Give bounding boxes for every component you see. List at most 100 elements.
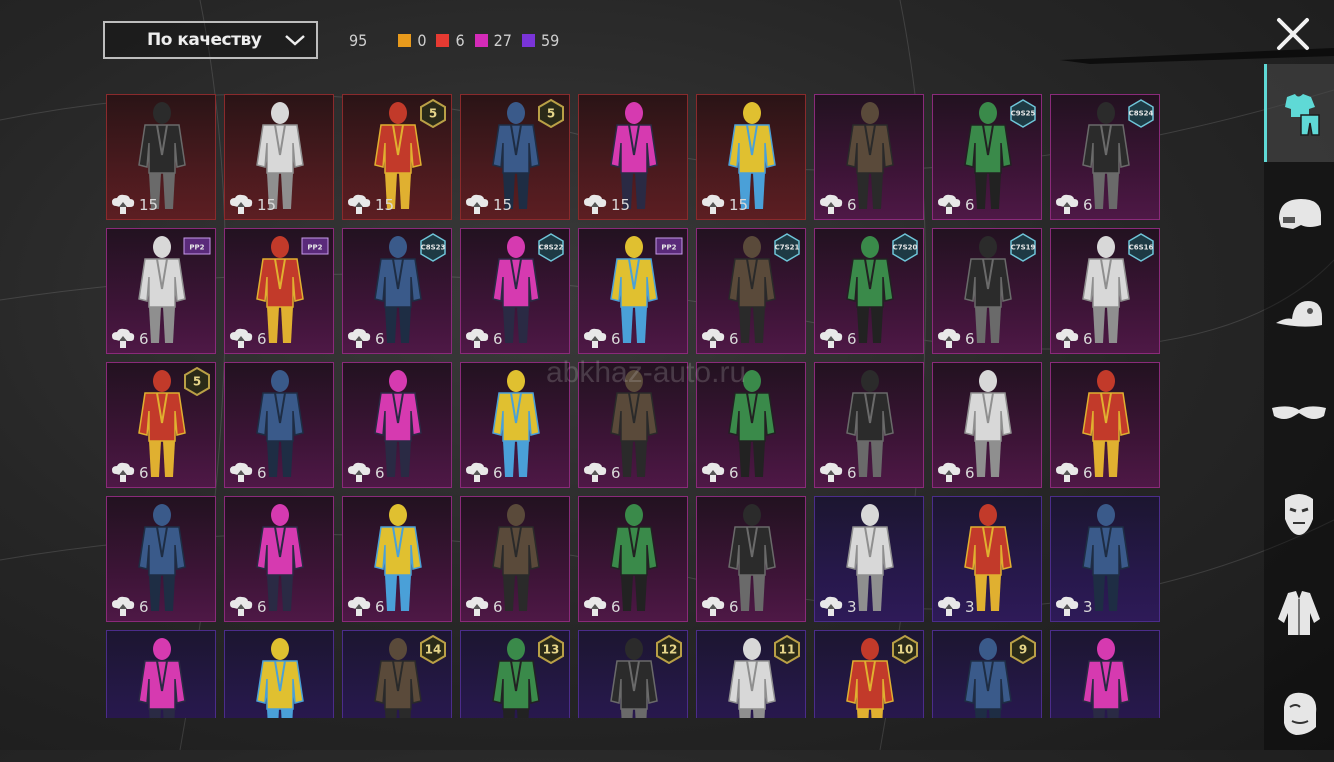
upgrade-icon xyxy=(938,328,961,348)
outfit-card[interactable]: 6 C8S24 xyxy=(1050,94,1160,220)
outfit-card[interactable]: 6 xyxy=(1050,362,1160,488)
category-sidebar xyxy=(1264,64,1334,750)
category-face[interactable] xyxy=(1264,664,1334,762)
category-glasses[interactable] xyxy=(1264,364,1334,462)
season-badge: C7S19 xyxy=(1010,233,1036,262)
item-count-value: 6 xyxy=(139,464,149,482)
outfit-card[interactable]: 6 xyxy=(814,94,924,220)
total-count: 95 xyxy=(349,31,368,50)
item-count: 6 xyxy=(1054,462,1093,484)
helmet-icon xyxy=(1279,199,1321,229)
upgrade-icon xyxy=(820,462,843,482)
upgrade-icon xyxy=(584,194,607,214)
outfit-grid: 15 15 15 5 15 5 15 15 6 6 C9S25 6 C8S24 6 PP2 6 PP2 6 C8S2… xyxy=(106,94,1166,718)
season-badge-label: C7S19 xyxy=(1011,244,1036,252)
category-jacket[interactable] xyxy=(1264,564,1334,662)
outfit-card[interactable]: 3 xyxy=(932,496,1042,622)
season-badge: C9S25 xyxy=(1010,99,1036,128)
category-mask[interactable] xyxy=(1264,464,1334,562)
item-count: 15 xyxy=(582,194,630,216)
upgrade-icon xyxy=(702,462,725,482)
category-outfit[interactable] xyxy=(1264,64,1334,162)
upgrade-icon xyxy=(230,462,253,482)
count-rare-value: 59 xyxy=(540,31,560,50)
outfit-card[interactable]: 6 xyxy=(106,496,216,622)
season-badge-label: PP2 xyxy=(307,244,322,252)
upgrade-icon xyxy=(230,596,253,616)
outfit-card[interactable]: 15 5 xyxy=(342,94,452,220)
outfit-card[interactable]: 6 xyxy=(224,362,334,488)
outfit-card[interactable]: 15 xyxy=(106,94,216,220)
jacket-icon xyxy=(1278,591,1320,635)
outfit-card[interactable]: 15 xyxy=(696,94,806,220)
outfit-card[interactable]: 15 5 xyxy=(460,94,570,220)
upgrade-icon xyxy=(112,596,135,616)
season-badge-label: 5 xyxy=(429,107,437,121)
item-count: 6 xyxy=(346,596,385,618)
outfit-card[interactable]: 6 xyxy=(460,496,570,622)
outfit-card[interactable]: 6 C8S22 xyxy=(460,228,570,354)
upgrade-icon xyxy=(584,328,607,348)
outfit-card[interactable]: 15 xyxy=(578,94,688,220)
outfit-card[interactable]: 6 xyxy=(224,496,334,622)
season-badge-label: C7S21 xyxy=(775,244,800,252)
outfit-card[interactable]: 6 xyxy=(814,362,924,488)
item-count: 6 xyxy=(700,596,739,618)
outfit-card[interactable]: 6 xyxy=(342,496,452,622)
item-count: 6 xyxy=(1054,194,1093,216)
item-count: 6 xyxy=(110,328,149,350)
outfit-card[interactable]: 6 xyxy=(696,496,806,622)
item-count: 6 xyxy=(228,328,267,350)
outfit-card[interactable]: 6 C7S20 xyxy=(814,228,924,354)
season-badge: 11 xyxy=(774,634,800,664)
item-count: 3 xyxy=(936,596,975,618)
outfit-card[interactable]: 12 xyxy=(578,630,688,718)
outfit-card[interactable]: 6 PP2 xyxy=(106,228,216,354)
outfit-card[interactable]: 6 C6S16 xyxy=(1050,228,1160,354)
season-badge: 5 xyxy=(184,366,210,396)
season-badge-label: PP2 xyxy=(661,244,676,252)
outfit-card[interactable]: 13 xyxy=(460,630,570,718)
sort-dropdown[interactable]: По качеству xyxy=(103,21,318,59)
outfit-preview xyxy=(256,638,304,718)
item-count: 6 xyxy=(582,596,621,618)
outfit-card[interactable]: 14 xyxy=(342,630,452,718)
outfit-card[interactable]: 11 xyxy=(696,630,806,718)
item-count-value: 15 xyxy=(611,196,631,214)
upgrade-icon xyxy=(938,462,961,482)
category-helmet[interactable] xyxy=(1264,166,1334,264)
upgrade-icon xyxy=(1056,194,1079,214)
outfit-card[interactable]: 6 xyxy=(342,362,452,488)
upgrade-icon xyxy=(348,596,371,616)
count-rare: 59 xyxy=(521,31,560,50)
outfit-card[interactable]: 6 PP2 xyxy=(578,228,688,354)
upgrade-icon xyxy=(348,194,371,214)
season-badge-label: 9 xyxy=(1019,643,1027,657)
item-count: 6 xyxy=(700,328,739,350)
outfit-card[interactable] xyxy=(1050,630,1160,718)
outfit-card[interactable]: 9 xyxy=(932,630,1042,718)
count-mythic-value: 6 xyxy=(455,31,465,50)
outfit-card[interactable]: 65 xyxy=(106,362,216,488)
outfit-card[interactable]: 3 xyxy=(1050,496,1160,622)
outfit-card[interactable]: 6 xyxy=(932,362,1042,488)
rare-swatch xyxy=(521,34,535,47)
outfit-card[interactable]: 3 xyxy=(814,496,924,622)
outfit-card[interactable] xyxy=(106,630,216,718)
outfit-card[interactable]: 15 xyxy=(224,94,334,220)
outfit-card[interactable]: 6 PP2 xyxy=(224,228,334,354)
item-count: 6 xyxy=(110,462,149,484)
outfit-card[interactable]: 6 C7S19 xyxy=(932,228,1042,354)
category-cap[interactable] xyxy=(1264,264,1334,362)
outfit-card[interactable]: 6 C7S21 xyxy=(696,228,806,354)
close-icon[interactable] xyxy=(1274,15,1312,53)
outfit-card[interactable] xyxy=(224,630,334,718)
season-badge-label: C9S25 xyxy=(1011,110,1036,118)
mask-icon xyxy=(1285,494,1313,535)
outfit-card[interactable]: 6 C9S25 xyxy=(932,94,1042,220)
upgrade-icon xyxy=(112,328,135,348)
outfit-card[interactable]: 10 xyxy=(814,630,924,718)
item-count-value: 6 xyxy=(493,464,503,482)
outfit-card[interactable]: 6 xyxy=(578,496,688,622)
outfit-card[interactable]: 6 C8S23 xyxy=(342,228,452,354)
